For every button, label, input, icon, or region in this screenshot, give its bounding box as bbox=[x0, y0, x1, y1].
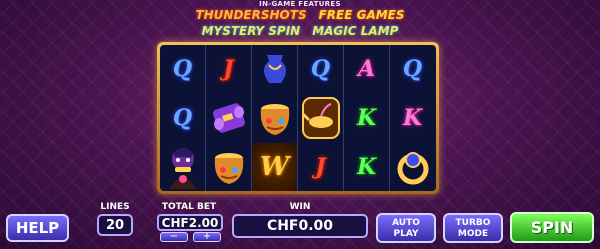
symbol-cell: J bbox=[206, 45, 251, 93]
reel-4: Q J bbox=[298, 45, 344, 191]
symbol-wild: W bbox=[259, 152, 290, 182]
symbol-cell: K bbox=[344, 94, 389, 142]
win-label: WIN bbox=[289, 202, 311, 212]
symbol-cell: K bbox=[390, 94, 435, 142]
auto-play-label-1: AUTO bbox=[392, 218, 420, 228]
genie-character-icon bbox=[168, 148, 197, 189]
purple-scroll-icon bbox=[212, 103, 245, 133]
symbol-cell: J bbox=[298, 143, 343, 191]
symbol-k: K bbox=[356, 154, 377, 180]
symbol-cell: W bbox=[252, 143, 297, 191]
treasure-pot-icon bbox=[214, 153, 243, 184]
symbol-q: Q bbox=[172, 105, 193, 131]
total-bet-value: CHF2.00 bbox=[157, 214, 223, 231]
symbol-q: Q bbox=[310, 56, 331, 82]
bet-increase-button[interactable]: + bbox=[193, 232, 221, 242]
turbo-label-2: MODE bbox=[457, 229, 489, 239]
symbol-cell: A bbox=[344, 45, 389, 93]
symbol-cell bbox=[206, 94, 251, 142]
reel-2: J bbox=[206, 45, 252, 191]
turbo-mode-button[interactable]: TURBO MODE bbox=[443, 213, 503, 243]
symbol-cell: Q bbox=[298, 45, 343, 93]
win-value: CHF0.00 bbox=[232, 214, 368, 238]
bet-decrease-button[interactable]: − bbox=[160, 232, 188, 242]
feature-row-top: THUNDERSHOTS FREE GAMES bbox=[0, 8, 600, 22]
symbol-a: A bbox=[357, 56, 376, 82]
thundershots-logo: THUNDERSHOTS bbox=[195, 8, 307, 22]
symbol-j: J bbox=[223, 56, 234, 82]
reel-6: Q K bbox=[390, 45, 435, 191]
symbol-cell bbox=[390, 143, 435, 191]
reel-frame: Q Q J W Q J A K K Q K bbox=[157, 42, 439, 194]
auto-play-label-2: PLAY bbox=[393, 229, 419, 239]
symbol-cell bbox=[298, 94, 343, 142]
control-bar: HELP LINES 20 TOTAL BET CHF2.00 − + WIN … bbox=[0, 196, 600, 249]
spin-button[interactable]: SPIN bbox=[510, 212, 594, 243]
symbol-k-slot: K bbox=[402, 105, 423, 131]
reel-3: W bbox=[252, 45, 298, 191]
symbol-cell bbox=[252, 45, 297, 93]
lines-value: 20 bbox=[97, 214, 133, 236]
turbo-label-1: TURBO bbox=[455, 218, 491, 228]
feature-row-bottom: MYSTERY SPIN MAGIC LAMP bbox=[0, 24, 600, 38]
symbol-cell bbox=[252, 94, 297, 142]
lines-label: LINES bbox=[100, 202, 130, 212]
symbol-cell bbox=[160, 143, 205, 191]
reel-grid: Q Q J W Q J A K K Q K bbox=[160, 45, 436, 191]
reel-1: Q Q bbox=[160, 45, 206, 191]
symbol-j: J bbox=[315, 154, 326, 180]
auto-play-button[interactable]: AUTO PLAY bbox=[376, 213, 436, 243]
free-games-logo: FREE GAMES bbox=[318, 8, 405, 22]
mystery-spin-logo: MYSTERY SPIN bbox=[201, 24, 301, 38]
symbol-cell: Q bbox=[160, 94, 205, 142]
symbol-cell bbox=[206, 143, 251, 191]
features-caption: IN-GAME FEATURES bbox=[259, 0, 341, 8]
treasure-pot-icon bbox=[260, 104, 289, 135]
reel-5: A K K bbox=[344, 45, 390, 191]
blue-vase-icon bbox=[263, 55, 286, 83]
symbol-cell: K bbox=[344, 143, 389, 191]
symbol-cell: Q bbox=[390, 45, 435, 93]
total-bet-label: TOTAL BET bbox=[161, 202, 217, 212]
magic-lamp-logo: MAGIC LAMP bbox=[312, 24, 399, 38]
symbol-q: Q bbox=[172, 56, 193, 82]
features-banner: IN-GAME FEATURES THUNDERSHOTS FREE GAMES… bbox=[0, 0, 600, 40]
magic-lamp-icon bbox=[301, 97, 340, 139]
symbol-q: Q bbox=[402, 56, 423, 82]
symbol-k: K bbox=[356, 105, 377, 131]
help-button[interactable]: HELP bbox=[6, 214, 69, 242]
symbol-cell: Q bbox=[160, 45, 205, 93]
ring-icon bbox=[397, 152, 428, 185]
